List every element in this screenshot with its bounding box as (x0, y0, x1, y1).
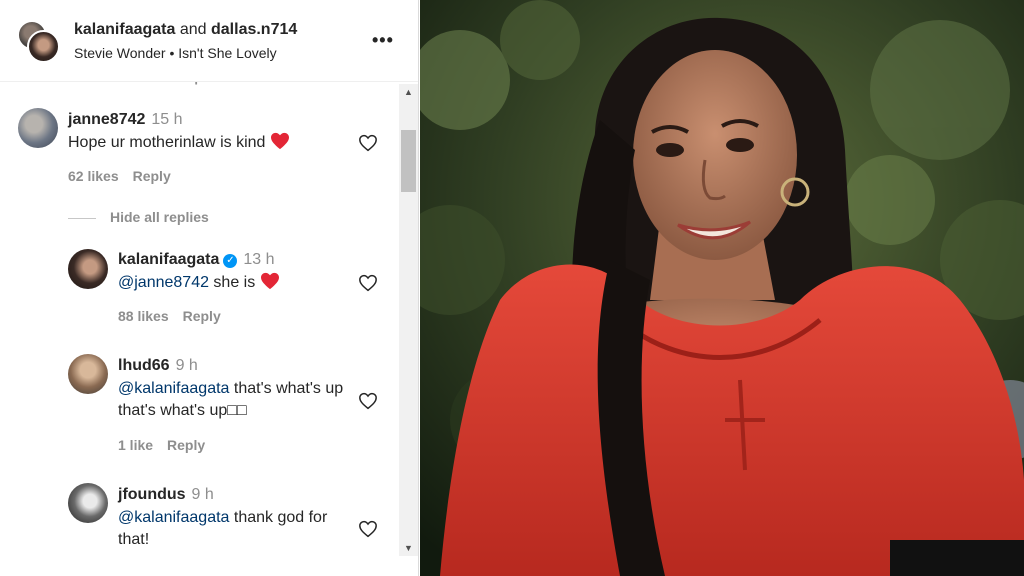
scroll-down-icon[interactable]: ▼ (399, 540, 418, 556)
avatar[interactable] (68, 483, 108, 523)
verified-icon: ✓ (223, 254, 238, 268)
header-user2[interactable]: dallas.n714 (211, 21, 297, 38)
avatar (27, 30, 60, 63)
reply-button[interactable]: Reply (167, 437, 205, 453)
comment-time: 9 h (175, 357, 198, 374)
reply-button[interactable]: Reply (133, 168, 171, 184)
comment-username[interactable]: jfoundus 9 h (118, 486, 214, 504)
heart-icon[interactable] (358, 274, 378, 292)
header-and: and (179, 21, 207, 38)
mention-link[interactable]: @janne8742 (118, 274, 209, 291)
hide-replies-button[interactable]: Hide all replies (68, 209, 209, 225)
comment-time: 15 h (151, 111, 183, 128)
photo-illustration (420, 0, 1024, 576)
red-heart-emoji-icon (270, 132, 289, 150)
scrollbar[interactable]: ▲ ▼ (399, 84, 418, 556)
username-text[interactable]: jfoundus (118, 486, 186, 503)
comment-time: 9 h (191, 486, 214, 503)
mention-link[interactable]: @kalanifaagata (118, 380, 229, 397)
comment-meta: 62 likes Reply (68, 168, 171, 184)
scroll-up-icon[interactable]: ▲ (399, 84, 418, 100)
comment-text: @kalanifaagata that's what's up that's w… (118, 378, 350, 422)
comment-meta: 1 like Reply (118, 437, 205, 453)
comment-text: @janne8742 she is (118, 272, 358, 294)
comment-username[interactable]: kalanifaagata ✓ 13 h (118, 251, 275, 269)
scrollbar-thumb[interactable] (401, 130, 416, 192)
heart-icon[interactable] (358, 520, 378, 538)
comment-meta: 88 likes Reply (118, 308, 221, 324)
red-heart-emoji-icon (260, 272, 279, 290)
username-text[interactable]: lhud66 (118, 357, 170, 374)
likes-count[interactable]: 88 likes (118, 308, 169, 324)
mention-link[interactable]: @kalanifaagata (118, 509, 229, 526)
audio-label[interactable]: Stevie Wonder • Isn't She Lovely (74, 45, 277, 61)
header-avatars[interactable] (17, 20, 63, 66)
post-photo (420, 0, 1024, 576)
avatar[interactable] (18, 108, 58, 148)
hide-replies-label: Hide all replies (110, 209, 209, 225)
comment-username[interactable]: lhud66 9 h (118, 357, 198, 375)
comment-username[interactable]: janne8742 15 h (68, 111, 183, 129)
divider (68, 217, 96, 219)
missing-glyphs: □□ (227, 402, 247, 419)
comment-text-body: Hope ur motherinlaw is kind (68, 134, 266, 151)
header-user1[interactable]: kalanifaagata (74, 21, 175, 38)
comments-panel: kalanifaagata and dallas.n714 Stevie Won… (0, 0, 419, 576)
avatar[interactable] (68, 249, 108, 289)
reply-button[interactable]: Reply (183, 308, 221, 324)
username-text[interactable]: janne8742 (68, 111, 145, 128)
comment-time: 13 h (243, 251, 275, 268)
comment-text-body: she is (208, 274, 256, 291)
heart-icon[interactable] (358, 134, 378, 152)
likes-count[interactable]: 62 likes (68, 168, 119, 184)
likes-count[interactable]: 1 like (118, 437, 153, 453)
username-text[interactable]: kalanifaagata (118, 251, 219, 268)
comment-text: @kalanifaagata thank god for that! (118, 507, 346, 551)
header-title: kalanifaagata and dallas.n714 (74, 21, 297, 39)
more-icon[interactable]: ••• (372, 30, 394, 51)
post-header: kalanifaagata and dallas.n714 Stevie Won… (0, 0, 418, 82)
comment-text: Hope ur motherinlaw is kind (68, 132, 368, 154)
avatar[interactable] (68, 354, 108, 394)
heart-icon[interactable] (358, 392, 378, 410)
